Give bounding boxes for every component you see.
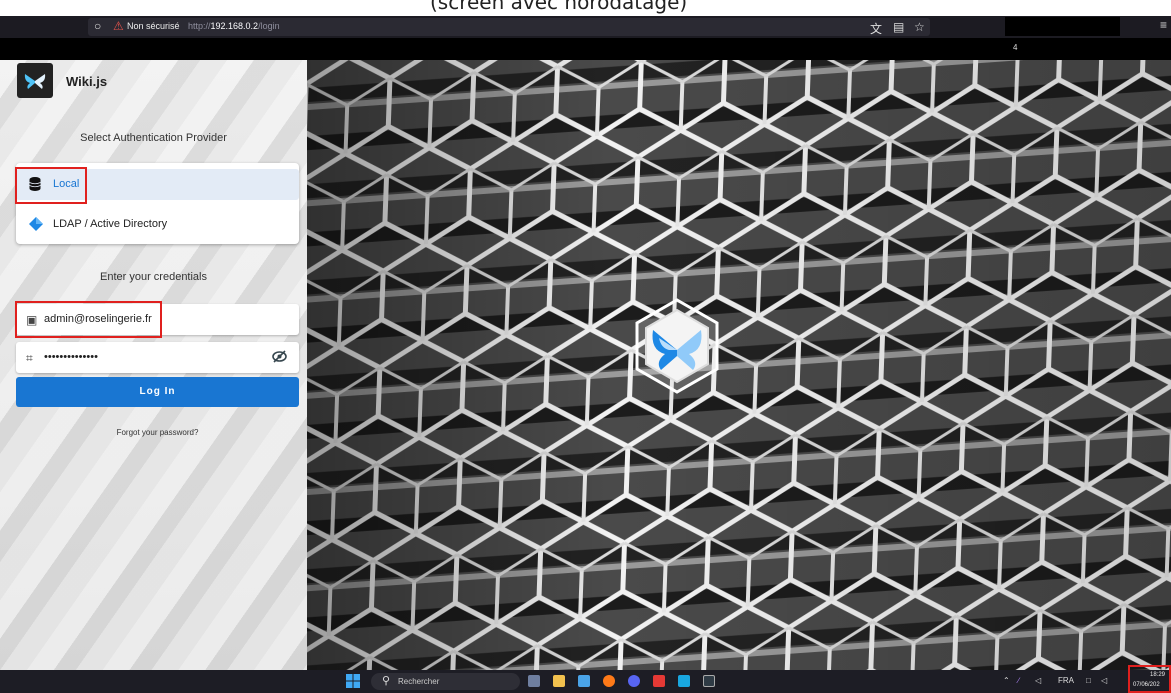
speaker-icon[interactable]: ◁ [1101, 676, 1107, 685]
task-view-icon[interactable] [528, 675, 540, 687]
url-prefix: http:// [188, 21, 211, 31]
address-bar[interactable]: ○ ⚠ Non sécurisé http://192.168.0.2/logi… [88, 18, 930, 36]
caption-strip: (screen avec horodatage) [0, 0, 1171, 16]
login-button[interactable]: Log In [16, 377, 299, 407]
terminal-icon[interactable] [703, 675, 715, 687]
remote-desktop-icon[interactable] [678, 675, 690, 687]
provider-ldap[interactable]: LDAP / Active Directory [16, 209, 299, 240]
eye-off-icon[interactable] [272, 350, 287, 363]
brand-name: Wiki.js [66, 74, 108, 89]
file-explorer-icon[interactable] [553, 675, 565, 687]
screenshot: (screen avec horodatage) ○ ⚠ Non sécuris… [0, 0, 1171, 693]
url-text[interactable]: http://192.168.0.2/login [188, 21, 280, 31]
tray-chevron-icon[interactable]: ⌃ [1003, 676, 1010, 685]
browser-toolbar: ○ ⚠ Non sécurisé http://192.168.0.2/logi… [0, 16, 1171, 38]
network-icon[interactable]: □ [1086, 676, 1091, 685]
language-indicator[interactable]: FRA [1058, 676, 1074, 685]
butterfly-icon [24, 73, 46, 89]
provider-ldap-label: LDAP / Active Directory [53, 218, 168, 230]
bookmarks-bar: 4 [0, 38, 1171, 60]
search-icon: ⚲ [382, 675, 391, 687]
bookmark-badge: 4 [1013, 43, 1018, 52]
firefox-icon[interactable] [603, 675, 615, 687]
url-path: /login [258, 21, 280, 31]
password-field[interactable]: ⌗ •••••••••••••• [16, 342, 299, 373]
highlight-box-clock [1128, 665, 1171, 693]
forgot-password-link[interactable]: Forgot your password? [0, 428, 307, 437]
not-secure-label[interactable]: Non sécurisé [127, 21, 180, 31]
redacted-area [1005, 17, 1120, 36]
windows-start-icon[interactable] [346, 674, 360, 688]
highlight-box-email [15, 301, 162, 338]
diamond-icon [29, 217, 43, 231]
translate-icon[interactable]: 文 [870, 20, 882, 37]
tray-app-icon[interactable]: ∕ [1018, 676, 1019, 685]
notepad-icon[interactable] [578, 675, 590, 687]
reader-view-icon[interactable]: ▤ [893, 20, 904, 34]
acrobat-icon[interactable] [653, 675, 665, 687]
background-photo [307, 60, 1171, 670]
windows-taskbar: ⚲ Rechercher ⌃ ∕ ◁ FRA □ ◁ 18:29 07/06/2… [0, 665, 1171, 693]
wikijs-logo [17, 63, 53, 98]
password-input[interactable]: •••••••••••••• [44, 351, 274, 363]
select-provider-heading: Select Authentication Provider [80, 132, 227, 144]
login-panel: Wiki.js Select Authentication Provider L… [0, 60, 307, 670]
highlight-box-local [15, 167, 87, 204]
url-host: 192.168.0.2 [210, 21, 259, 31]
credentials-heading: Enter your credentials [100, 271, 207, 283]
taskbar-search-label: Rechercher [398, 677, 440, 686]
shield-icon[interactable]: ○ [94, 19, 101, 33]
caption-text: (screen avec horodatage) [430, 0, 688, 14]
taskbar-search[interactable]: ⚲ Rechercher [371, 673, 520, 690]
hamburger-menu-icon[interactable]: ≡ [1160, 18, 1167, 32]
insecure-lock-icon[interactable]: ⚠ [113, 19, 124, 33]
hexagon-building-image [307, 60, 1171, 670]
password-key-icon: ⌗ [26, 351, 33, 365]
bookmark-star-icon[interactable]: ☆ [914, 20, 925, 34]
volume-icon[interactable]: ◁ [1035, 676, 1041, 685]
discord-icon[interactable] [628, 675, 640, 687]
